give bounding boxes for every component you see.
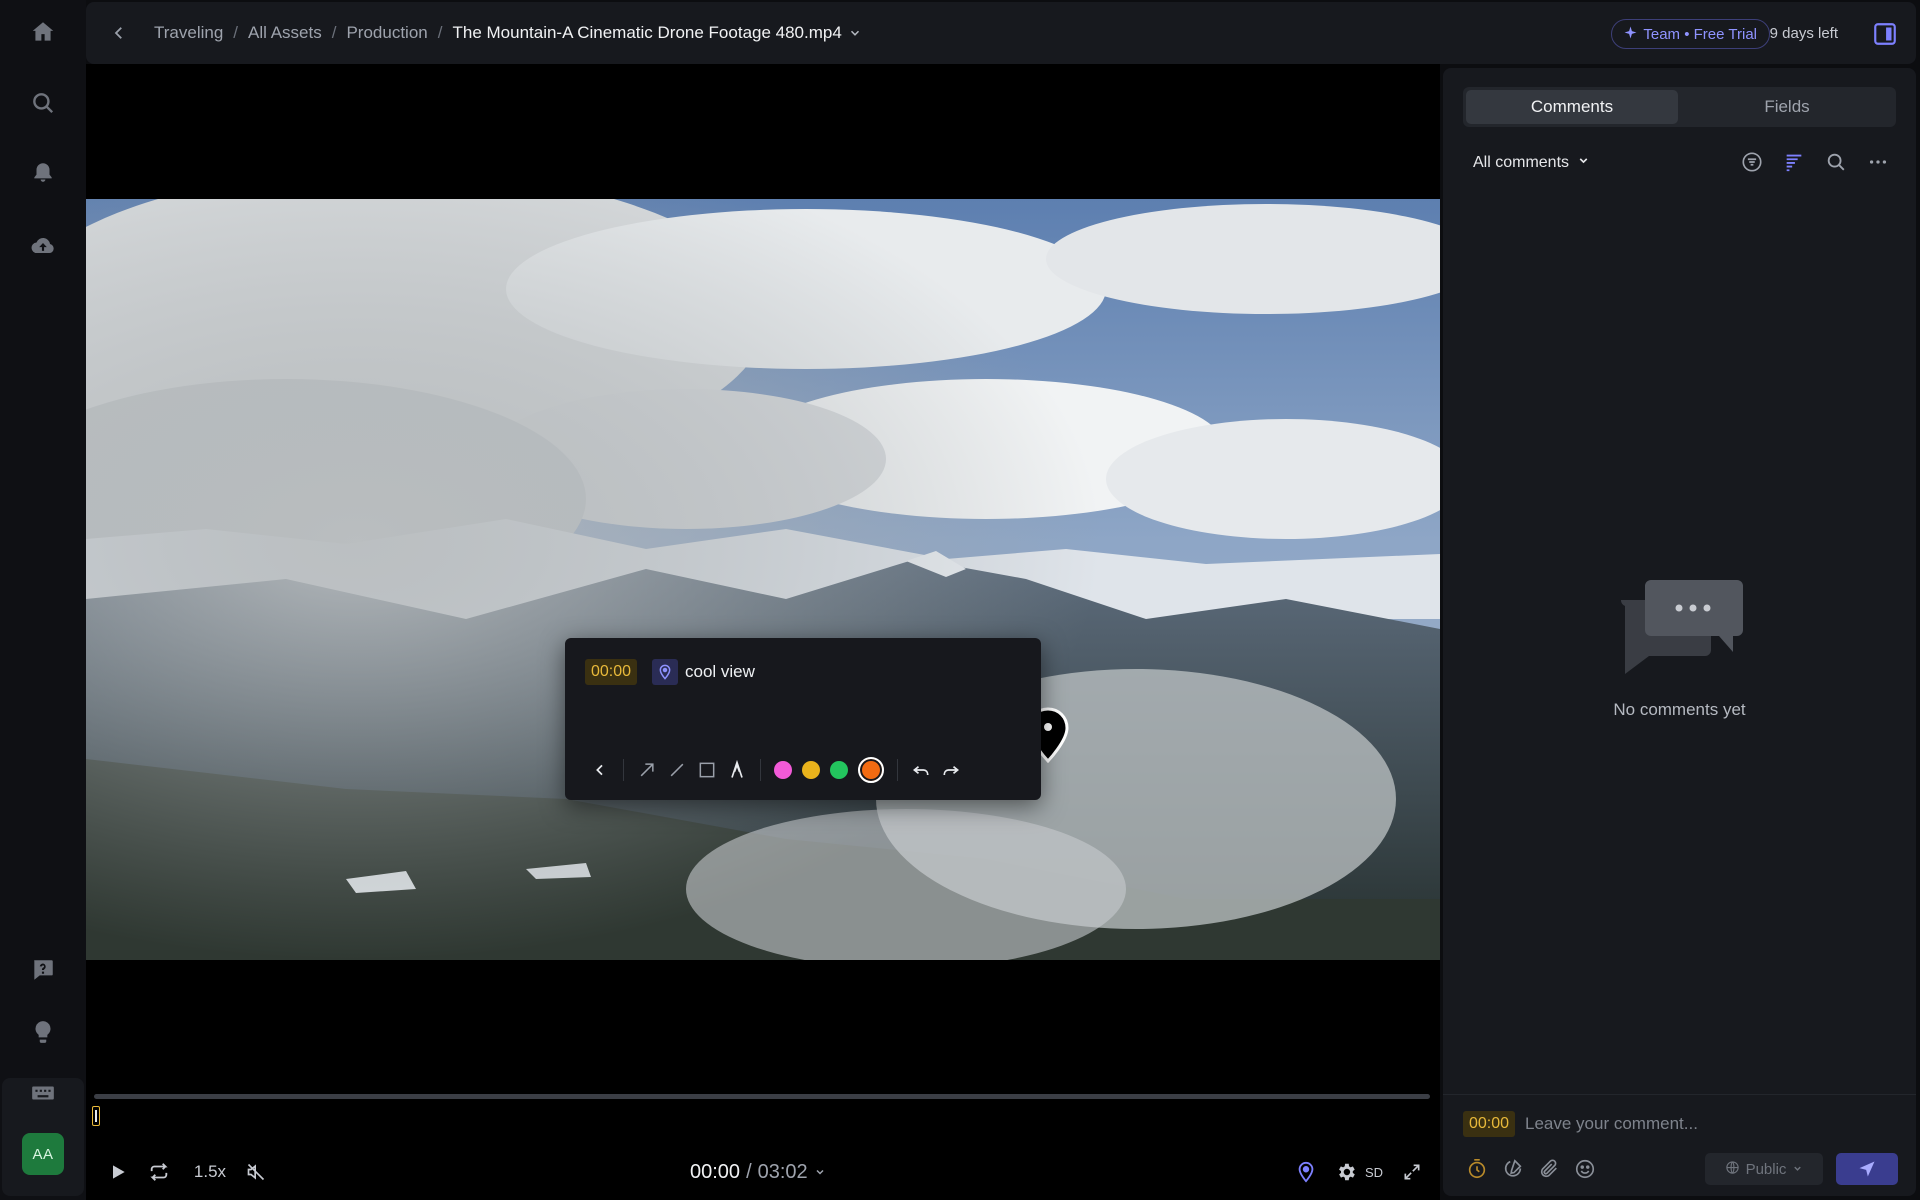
chevron-down-icon — [1792, 1161, 1803, 1178]
visibility-dropdown[interactable]: Public — [1705, 1153, 1823, 1185]
chevron-left-icon — [114, 27, 122, 39]
top-bar: Traveling / All Assets / Production / Th… — [86, 2, 1916, 64]
play-icon[interactable] — [104, 1158, 132, 1186]
quality-label[interactable]: SD — [1362, 1158, 1386, 1186]
timer-icon[interactable] — [1463, 1155, 1491, 1183]
tab-fields[interactable]: Fields — [1681, 90, 1893, 124]
settings-gear-icon[interactable] — [1332, 1158, 1360, 1186]
breadcrumb-all-assets[interactable]: All Assets — [248, 23, 322, 43]
chat-bubbles-icon — [1615, 568, 1745, 678]
color-swatch-pink[interactable] — [774, 761, 792, 779]
comment-filter-label: All comments — [1473, 154, 1570, 171]
chevron-down-icon[interactable] — [848, 26, 862, 40]
color-swatch-orange[interactable] — [858, 757, 884, 783]
trial-days-left: 9 days left — [1769, 24, 1838, 42]
send-button[interactable] — [1836, 1153, 1898, 1185]
arrow-tool-icon[interactable] — [632, 756, 662, 784]
toolbar-divider — [623, 759, 624, 781]
more-options-icon[interactable] — [1864, 148, 1892, 176]
drawing-toolbar — [585, 756, 966, 784]
annotation-text[interactable]: cool view — [685, 659, 755, 685]
progress-scrubber[interactable] — [94, 1094, 1430, 1099]
comments-panel: Comments Fields All comments No comments… — [1443, 68, 1916, 1196]
comment-filter-dropdown[interactable]: All comments — [1473, 150, 1590, 176]
breadcrumb: Traveling / All Assets / Production / Th… — [154, 2, 862, 64]
timecode-separator: / — [746, 1160, 752, 1183]
toolbar-divider — [897, 759, 898, 781]
playback-speed[interactable]: 1.5x — [190, 1158, 230, 1186]
composer-tools — [1463, 1155, 1599, 1183]
breadcrumb-production[interactable]: Production — [346, 23, 427, 43]
rectangle-tool-icon[interactable] — [692, 756, 722, 784]
search-icon[interactable] — [1822, 148, 1850, 176]
filter-icon[interactable] — [1738, 148, 1766, 176]
playback-controls: 1.5x 00:00 / 03:02 SD — [86, 1144, 1440, 1200]
timecode: 00:00 / 03:02 — [690, 1158, 826, 1186]
annotation-timestamp[interactable]: 00:00 — [585, 659, 638, 685]
cloud-upload-icon[interactable] — [23, 226, 63, 266]
color-swatch-green[interactable] — [830, 761, 848, 779]
emoji-icon[interactable] — [1571, 1155, 1599, 1183]
app-window: AA Traveling / All Assets / Production /… — [0, 0, 1920, 1200]
redo-icon[interactable] — [936, 756, 966, 784]
line-tool-icon[interactable] — [662, 756, 692, 784]
globe-icon — [1725, 1160, 1740, 1179]
current-file-name[interactable]: The Mountain-A Cinematic Drone Footage 4… — [452, 23, 841, 43]
breadcrumb-separator: / — [437, 23, 443, 42]
breadcrumb-separator: / — [331, 23, 337, 42]
playhead-handle[interactable] — [92, 1106, 100, 1126]
map-pin-icon[interactable] — [652, 659, 678, 685]
sort-icon[interactable] — [1780, 148, 1808, 176]
comment-composer: 00:00 Public — [1443, 1094, 1916, 1196]
left-nav-rail: AA — [0, 0, 86, 1200]
plan-badge-label: Team • Free Trial — [1643, 25, 1757, 43]
video-frame[interactable] — [86, 199, 1440, 960]
search-icon[interactable] — [23, 83, 63, 123]
video-still-image — [86, 199, 1440, 960]
sparkle-icon — [1624, 26, 1637, 43]
paperclip-icon[interactable] — [1535, 1155, 1563, 1183]
composer-timestamp[interactable]: 00:00 — [1463, 1111, 1516, 1137]
plan-badge[interactable]: Team • Free Trial — [1611, 19, 1770, 49]
color-swatch-yellow[interactable] — [802, 761, 820, 779]
video-player: 00:00 cool view 1.5x 00:00 / 03:02 SD — [86, 64, 1440, 1200]
avatar[interactable]: AA — [22, 1133, 64, 1175]
breadcrumb-traveling[interactable]: Traveling — [154, 23, 223, 43]
send-icon — [1859, 1161, 1875, 1177]
mute-icon[interactable] — [242, 1158, 270, 1186]
breadcrumb-separator: / — [233, 23, 239, 42]
duration: 03:02 — [757, 1160, 808, 1183]
pen-tool-icon[interactable] — [722, 756, 752, 784]
keyboard-icon[interactable] — [23, 1073, 63, 1113]
chevron-down-icon — [1577, 154, 1590, 172]
empty-message: No comments yet — [1613, 700, 1746, 719]
comment-input[interactable] — [1525, 1111, 1885, 1137]
loop-icon[interactable] — [144, 1158, 174, 1186]
annotation-comment-popup: 00:00 cool view — [565, 638, 1041, 800]
bell-icon[interactable] — [23, 153, 63, 193]
panel-toolbar — [1738, 148, 1892, 176]
help-chat-icon[interactable] — [23, 950, 63, 990]
fullscreen-icon[interactable] — [1398, 1158, 1426, 1186]
annotation-pin-icon[interactable] — [1292, 1158, 1320, 1186]
chevron-down-icon[interactable] — [814, 1161, 826, 1184]
lightbulb-icon[interactable] — [23, 1012, 63, 1052]
panel-toggle-icon[interactable] — [1872, 21, 1898, 47]
back-button[interactable] — [102, 16, 136, 50]
current-time: 00:00 — [690, 1160, 741, 1183]
panel-tabs: Comments Fields — [1463, 87, 1896, 127]
undo-icon[interactable] — [906, 756, 936, 784]
visibility-label: Public — [1745, 1160, 1787, 1178]
toolbar-divider — [760, 759, 761, 781]
home-icon[interactable] — [23, 12, 63, 52]
chevron-left-icon[interactable] — [585, 756, 615, 784]
tab-comments[interactable]: Comments — [1466, 90, 1678, 124]
empty-state: No comments yet — [1443, 568, 1916, 720]
annotate-icon[interactable] — [1499, 1155, 1527, 1183]
